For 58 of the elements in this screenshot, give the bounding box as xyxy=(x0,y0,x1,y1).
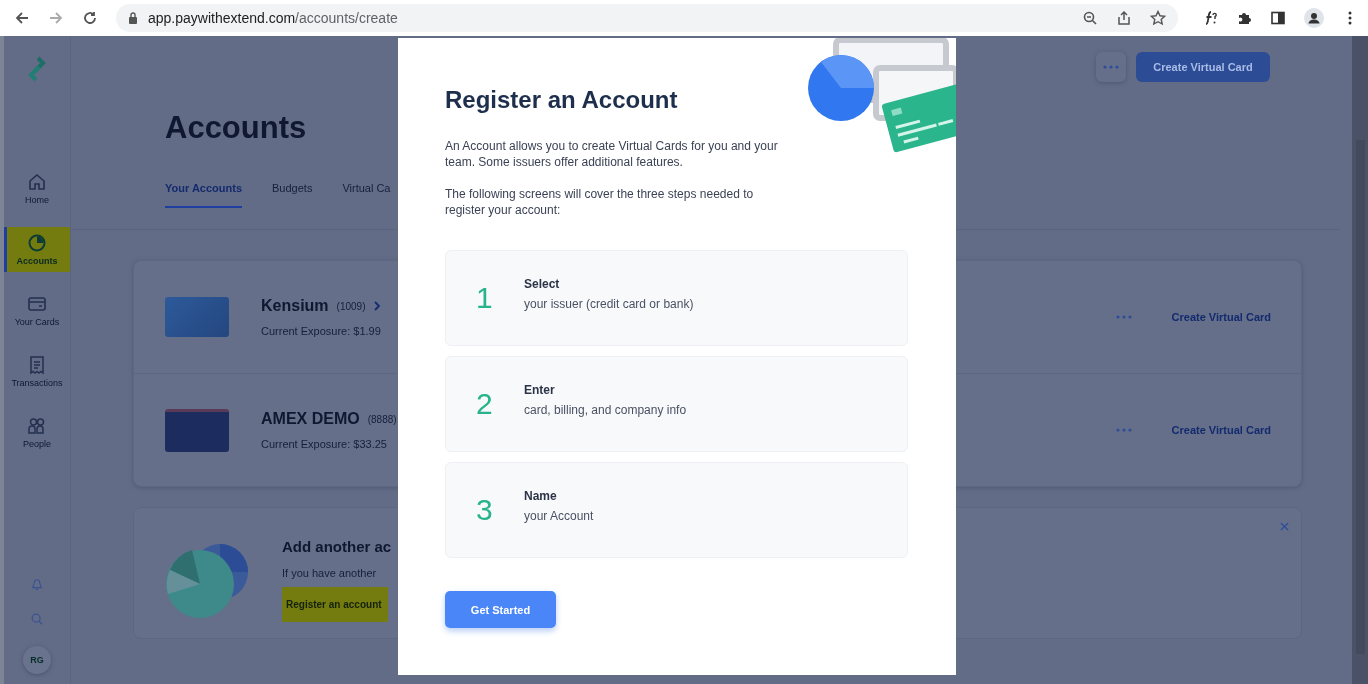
receipt-icon xyxy=(27,355,47,375)
chevron-icon[interactable] xyxy=(373,300,382,312)
sidebar-item[interactable]: Transactions xyxy=(4,349,70,394)
promo-title: Add another ac xyxy=(282,538,392,555)
reload-icon[interactable] xyxy=(82,10,98,26)
address-bar[interactable]: app.paywithextend.com/accounts/create xyxy=(116,4,1178,32)
register-account-link[interactable]: Register an account xyxy=(282,587,388,622)
tab[interactable]: Your Accounts xyxy=(165,182,242,208)
scrollbar[interactable] xyxy=(1352,36,1368,684)
create-virtual-card-link[interactable]: Create Virtual Card xyxy=(1171,424,1271,436)
side-panel-icon[interactable] xyxy=(1270,10,1286,26)
back-icon[interactable] xyxy=(14,10,30,26)
people-icon xyxy=(27,416,47,436)
credit-card-image xyxy=(165,408,229,452)
step-number: 2 xyxy=(476,387,494,421)
puzzle-icon[interactable] xyxy=(1236,10,1252,26)
get-started-button[interactable]: Get Started xyxy=(445,591,556,628)
create-virtual-card-link[interactable]: Create Virtual Card xyxy=(1171,311,1271,323)
account-name[interactable]: AMEX DEMO xyxy=(261,410,360,428)
account-number: (1009) xyxy=(336,300,366,312)
url-path: /accounts/create xyxy=(295,10,398,26)
tab[interactable]: Budgets xyxy=(272,182,313,208)
account-number: (8888) xyxy=(367,413,397,425)
step-title: Enter xyxy=(524,383,556,397)
dialog-title: Register an Account xyxy=(445,86,679,114)
more-icon xyxy=(1103,65,1119,69)
page-title: Accounts xyxy=(165,110,307,146)
sidebar-item[interactable]: Accounts xyxy=(4,227,70,272)
dialog-paragraph: The following screens will cover the three steps needed to register your account: xyxy=(445,186,755,218)
step-number: 3 xyxy=(476,493,494,527)
lock-icon xyxy=(128,12,138,24)
zoom-icon[interactable] xyxy=(1082,10,1098,26)
url-host: app.paywithextend.com xyxy=(148,10,296,26)
star-icon[interactable] xyxy=(1150,10,1166,26)
step-title: Name xyxy=(524,489,558,503)
share-icon[interactable] xyxy=(1116,10,1132,26)
card-icon xyxy=(27,294,47,314)
exposure-text: Current Exposure: $1.99 xyxy=(261,325,382,337)
profile-icon[interactable] xyxy=(1304,8,1324,28)
tab[interactable]: Virtual Ca xyxy=(342,182,391,208)
home-icon xyxy=(27,172,47,192)
exposure-text: Current Exposure: $33.25 xyxy=(261,438,388,450)
dialog-paragraph: An Account allows you to create Virtual Cards for you and your team. Some issuers offer additional features. xyxy=(445,138,779,170)
user-avatar[interactable]: RG xyxy=(23,646,51,674)
pie-chart-icon xyxy=(27,233,47,253)
step-description: card, billing, and company info xyxy=(524,403,687,417)
promo-text: If you have another xyxy=(282,567,377,579)
credit-card-image xyxy=(165,297,229,337)
step-description: your issuer (credit card or bank) xyxy=(524,297,694,311)
create-virtual-card-button[interactable]: Create Virtual Card xyxy=(1136,52,1270,82)
sidebar-item[interactable]: Your Cards xyxy=(4,288,70,333)
step-description: your Account xyxy=(524,509,594,523)
step-number: 1 xyxy=(476,281,494,315)
logo-icon xyxy=(27,56,47,82)
account-name[interactable]: Kensium xyxy=(261,297,329,315)
sidebar-item[interactable]: People xyxy=(4,410,70,455)
sidebar-item[interactable]: Home xyxy=(4,166,70,211)
step-title: Select xyxy=(524,277,561,291)
